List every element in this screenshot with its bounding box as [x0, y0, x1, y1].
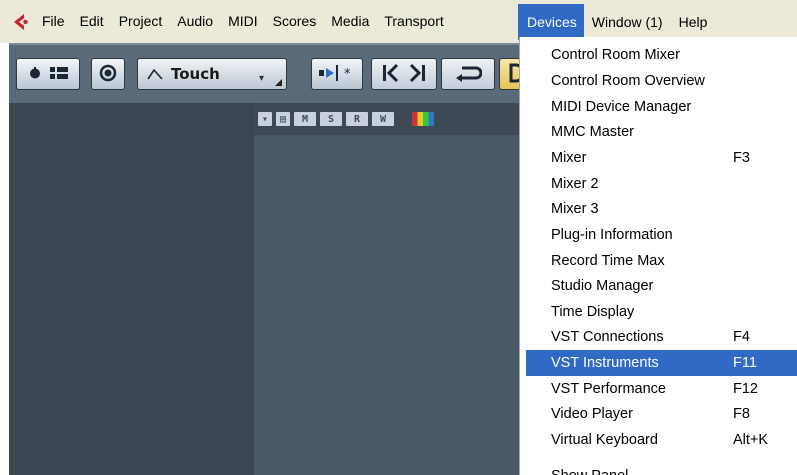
menu-item-label: Virtual Keyboard [551, 432, 658, 448]
automation-icon [147, 67, 163, 81]
menu-item-shortcut: F8 [733, 406, 750, 422]
constrain-delay-button[interactable] [91, 58, 125, 90]
menu-item-label: VST Instruments [551, 355, 659, 371]
menu-item-control-room-overview[interactable]: Control Room Overview [526, 68, 797, 94]
menu-audio[interactable]: Audio [170, 0, 221, 43]
snap-icon: * [317, 63, 357, 86]
track-list[interactable] [9, 103, 254, 475]
menu-item-virtual-keyboard[interactable]: Virtual Keyboard Alt+K [526, 427, 797, 453]
cycle-icon [454, 64, 483, 85]
menu-item-vst-instruments[interactable]: VST Instruments F11 [526, 350, 797, 376]
menu-midi[interactable]: MIDI [221, 0, 266, 43]
go-to-previous-marker-icon [381, 63, 401, 86]
menu-scores[interactable]: Scores [266, 0, 325, 43]
cubase-logo-icon[interactable] [9, 11, 31, 33]
menu-item-label: VST Connections [551, 329, 664, 345]
menu-item-vst-connections[interactable]: VST Connections F4 [526, 324, 797, 350]
menu-item-shortcut: F12 [733, 381, 758, 397]
menu-item-label: MIDI Device Manager [551, 99, 692, 115]
menu-item-plug-in-information[interactable]: Plug-in Information [526, 222, 797, 248]
menu-item-label: Control Room Mixer [551, 47, 680, 63]
menu-item-label: Plug-in Information [551, 227, 673, 243]
menu-item-video-player[interactable]: Video Player F8 [526, 401, 797, 427]
menu-item-label: Record Time Max [551, 253, 665, 269]
menu-help[interactable]: Help [671, 4, 716, 40]
menu-item-label: Mixer [551, 150, 587, 166]
record-all-button[interactable]: R [346, 112, 368, 126]
automation-mode-value: Touch [171, 65, 220, 83]
resize-corner-icon [275, 79, 282, 86]
menu-devices[interactable]: Devices [518, 4, 584, 40]
power-icon [28, 66, 42, 83]
menu-item-shortcut: Alt+K [733, 432, 769, 448]
menu-item-mixer[interactable]: Mixer F3 [526, 145, 797, 171]
menu-item-label: Show Panel [551, 465, 628, 475]
chevron-down-icon: ▾ [258, 73, 264, 84]
menu-item-vst-performance[interactable]: VST Performance F12 [526, 376, 797, 402]
go-to-next-marker-icon [407, 63, 427, 86]
menu-item-mixer-3[interactable]: Mixer 3 [526, 196, 797, 222]
menu-transport[interactable]: Transport [377, 0, 451, 43]
window-layout-button[interactable] [16, 58, 80, 90]
collapse-icon[interactable]: ▾ [258, 112, 272, 126]
menu-item-midi-device-manager[interactable]: MIDI Device Manager [526, 94, 797, 120]
menu-item-label: Studio Manager [551, 278, 654, 294]
track-colors-icon[interactable] [412, 112, 434, 126]
automation-mode-select[interactable]: Touch ▾ [137, 58, 287, 90]
solo-all-button[interactable]: S [320, 112, 342, 126]
menu-project[interactable]: Project [112, 0, 171, 43]
cycle-button[interactable] [441, 58, 495, 90]
menu-item-shortcut: F3 [733, 150, 750, 166]
menu-item-label: Control Room Overview [551, 73, 705, 89]
menu-item-label: Video Player [551, 406, 633, 422]
menu-item-control-room-mixer[interactable]: Control Room Mixer [526, 42, 797, 68]
project-window[interactable]: ▾ ▤ M S R W [254, 103, 522, 475]
menu-item-record-time-max[interactable]: Record Time Max [526, 248, 797, 274]
menu-item-shortcut: F4 [733, 329, 750, 345]
menu-item-shortcut: F11 [733, 355, 757, 371]
menu-edit[interactable]: Edit [73, 0, 112, 43]
menu-item-show-panel[interactable]: Show Panel [526, 465, 797, 475]
menu-item-time-display[interactable]: Time Display [526, 299, 797, 325]
menu-bar-right: Devices Window (1) Help [518, 4, 715, 40]
devices-menu: Control Room Mixer Control Room Overview… [519, 37, 797, 475]
menu-item-mixer-2[interactable]: Mixer 2 [526, 171, 797, 197]
constrain-delay-icon [99, 64, 117, 85]
menu-item-label: Time Display [551, 304, 635, 320]
menu-window[interactable]: Window (1) [584, 4, 671, 40]
locate-markers-button[interactable] [371, 58, 437, 90]
menu-item-label: VST Performance [551, 381, 666, 397]
menu-item-label: Mixer 2 [551, 176, 599, 192]
project-toolbar: Touch ▾ * [9, 43, 529, 103]
menu-item-studio-manager[interactable]: Studio Manager [526, 273, 797, 299]
menu-item-label: Mixer 3 [551, 201, 599, 217]
mute-all-button[interactable]: M [294, 112, 316, 126]
write-all-button[interactable]: W [372, 112, 394, 126]
svg-text:*: * [344, 67, 351, 82]
menu-file[interactable]: File [35, 0, 73, 43]
list-icon [50, 66, 68, 82]
folder-icon[interactable]: ▤ [276, 112, 290, 126]
menu-item-mmc-master[interactable]: MMC Master [526, 119, 797, 145]
track-list-header: ▾ ▤ M S R W [254, 103, 522, 135]
snap-button[interactable]: * [311, 58, 363, 90]
menu-bar-left: File Edit Project Audio MIDI Scores Medi… [9, 0, 452, 43]
menu-item-label: MMC Master [551, 124, 634, 140]
menu-media[interactable]: Media [324, 0, 377, 43]
